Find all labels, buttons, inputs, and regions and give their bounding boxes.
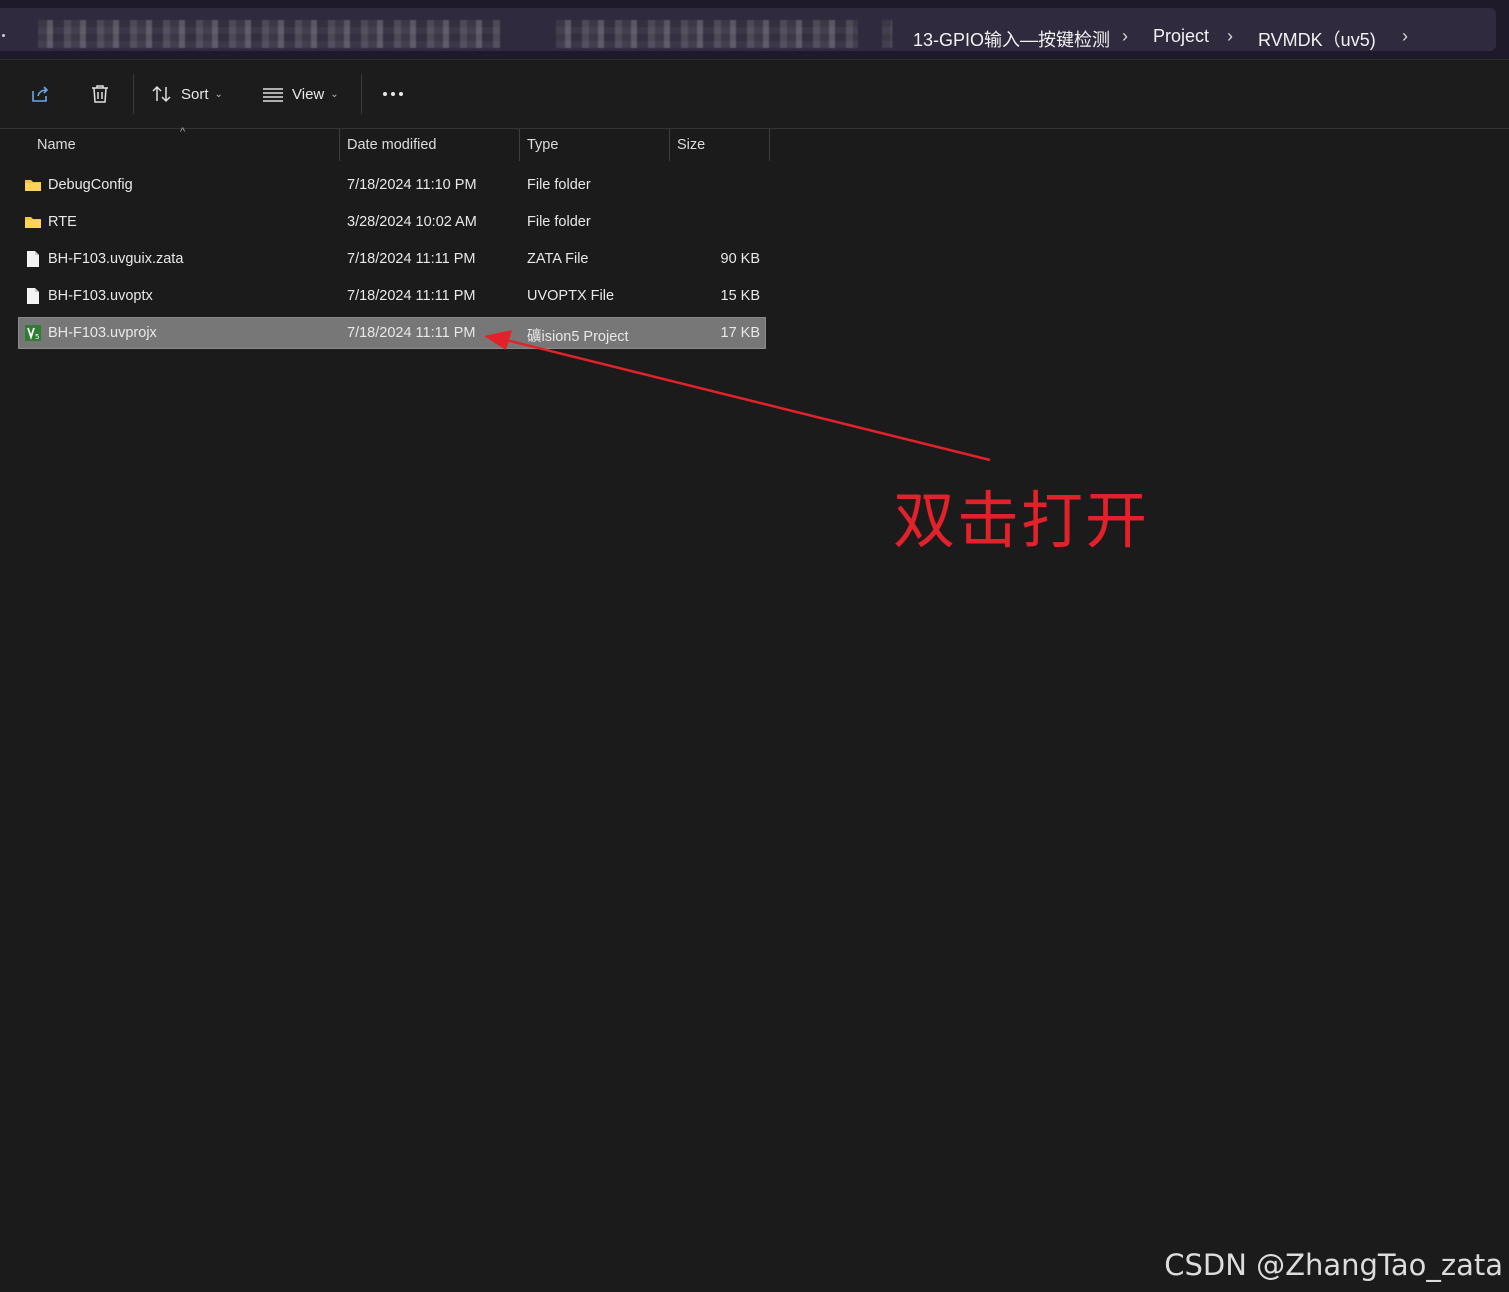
annotation-text: 双击打开 (893, 484, 1150, 557)
watermark: CSDN @ZhangTao_zata (1164, 1248, 1503, 1282)
annotation-arrow (484, 330, 991, 462)
